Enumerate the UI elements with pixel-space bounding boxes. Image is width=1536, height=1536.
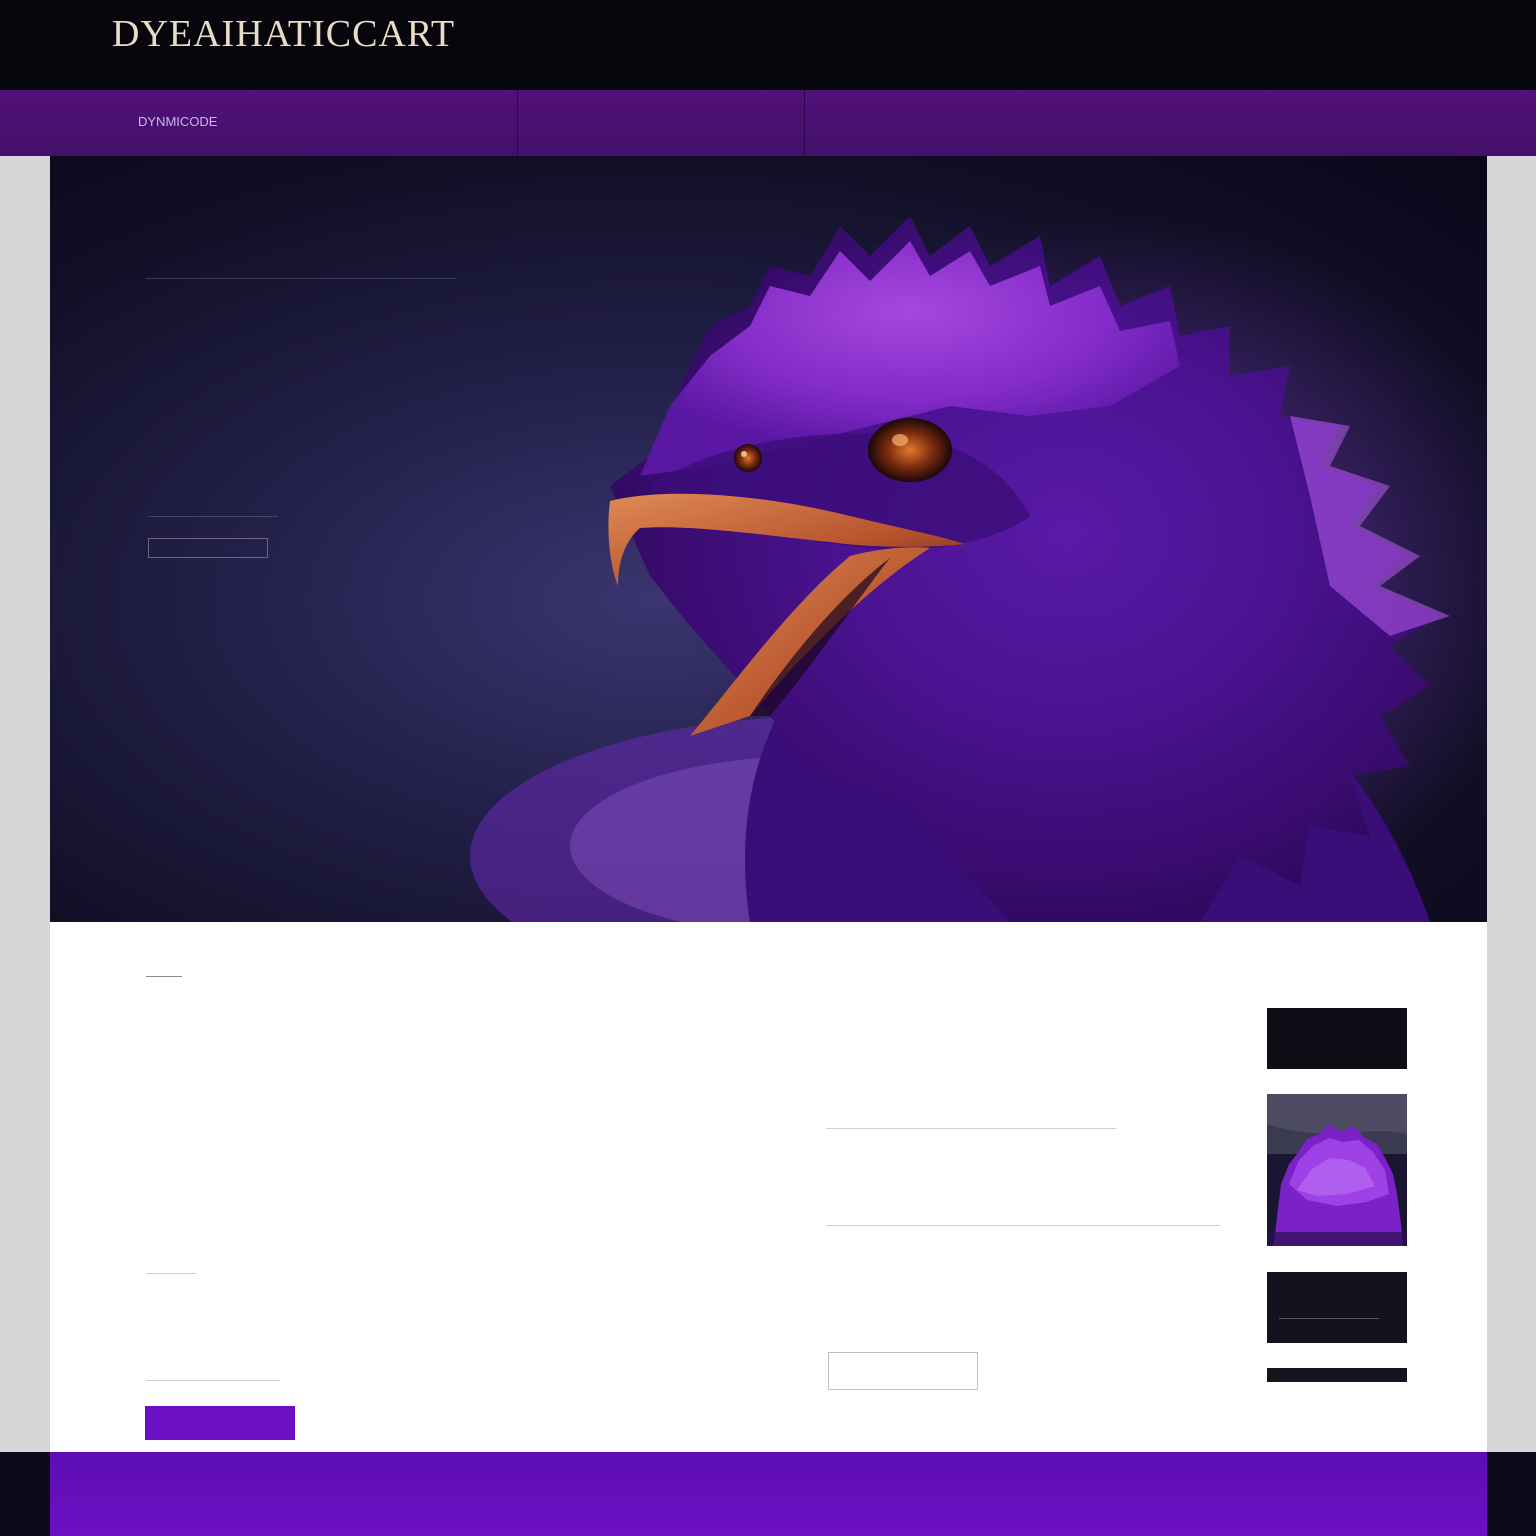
nav-divider [517,90,518,156]
hero-divider [146,278,456,279]
section-divider [826,1225,1220,1226]
hero-banner [50,156,1487,922]
section-divider [146,1273,196,1274]
hero-button[interactable] [148,538,268,558]
nav-item[interactable]: DYNMICODE [138,114,217,129]
primary-button[interactable] [145,1406,295,1440]
site-logo[interactable]: DYEAIHATICCART [112,12,455,56]
top-header: DYEAIHATICCART [0,0,1536,90]
section-divider [826,1128,1116,1129]
card-divider [1279,1318,1379,1319]
secondary-button[interactable] [828,1352,978,1390]
purple-bird-thumbnail [1267,1094,1407,1246]
main-nav: DYNMICODE [0,90,1536,156]
hero-divider [148,516,278,517]
footer-band [50,1452,1487,1536]
section-divider [146,1380,280,1381]
sidebar-card[interactable] [1267,1272,1407,1343]
sidebar-card[interactable] [1267,1008,1407,1069]
sidebar-card-image[interactable] [1267,1094,1407,1246]
section-divider [146,976,182,977]
sidebar-card[interactable] [1267,1368,1407,1382]
nav-divider [804,90,805,156]
